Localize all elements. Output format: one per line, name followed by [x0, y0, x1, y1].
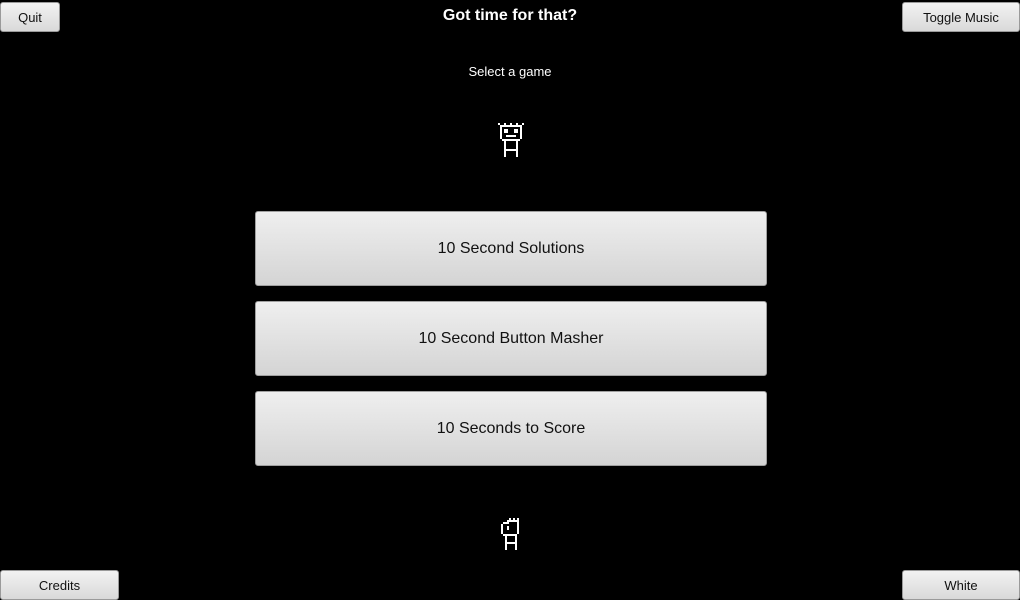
page-subtitle: Select a game — [468, 64, 552, 79]
credits-button[interactable]: Credits — [0, 570, 119, 600]
pixel-character-icon — [497, 518, 523, 552]
game-button-solutions[interactable]: 10 Second Solutions — [255, 211, 767, 286]
pixel-character-icon — [496, 123, 526, 157]
toggle-music-button[interactable]: Toggle Music — [902, 2, 1020, 32]
theme-toggle-button[interactable]: White — [902, 570, 1020, 600]
game-button-score[interactable]: 10 Seconds to Score — [255, 391, 767, 466]
game-menu-screen: Quit Got time for that? Toggle Music Sel… — [0, 0, 1020, 600]
game-button-button-masher[interactable]: 10 Second Button Masher — [255, 301, 767, 376]
page-title: Got time for that? — [442, 7, 578, 24]
